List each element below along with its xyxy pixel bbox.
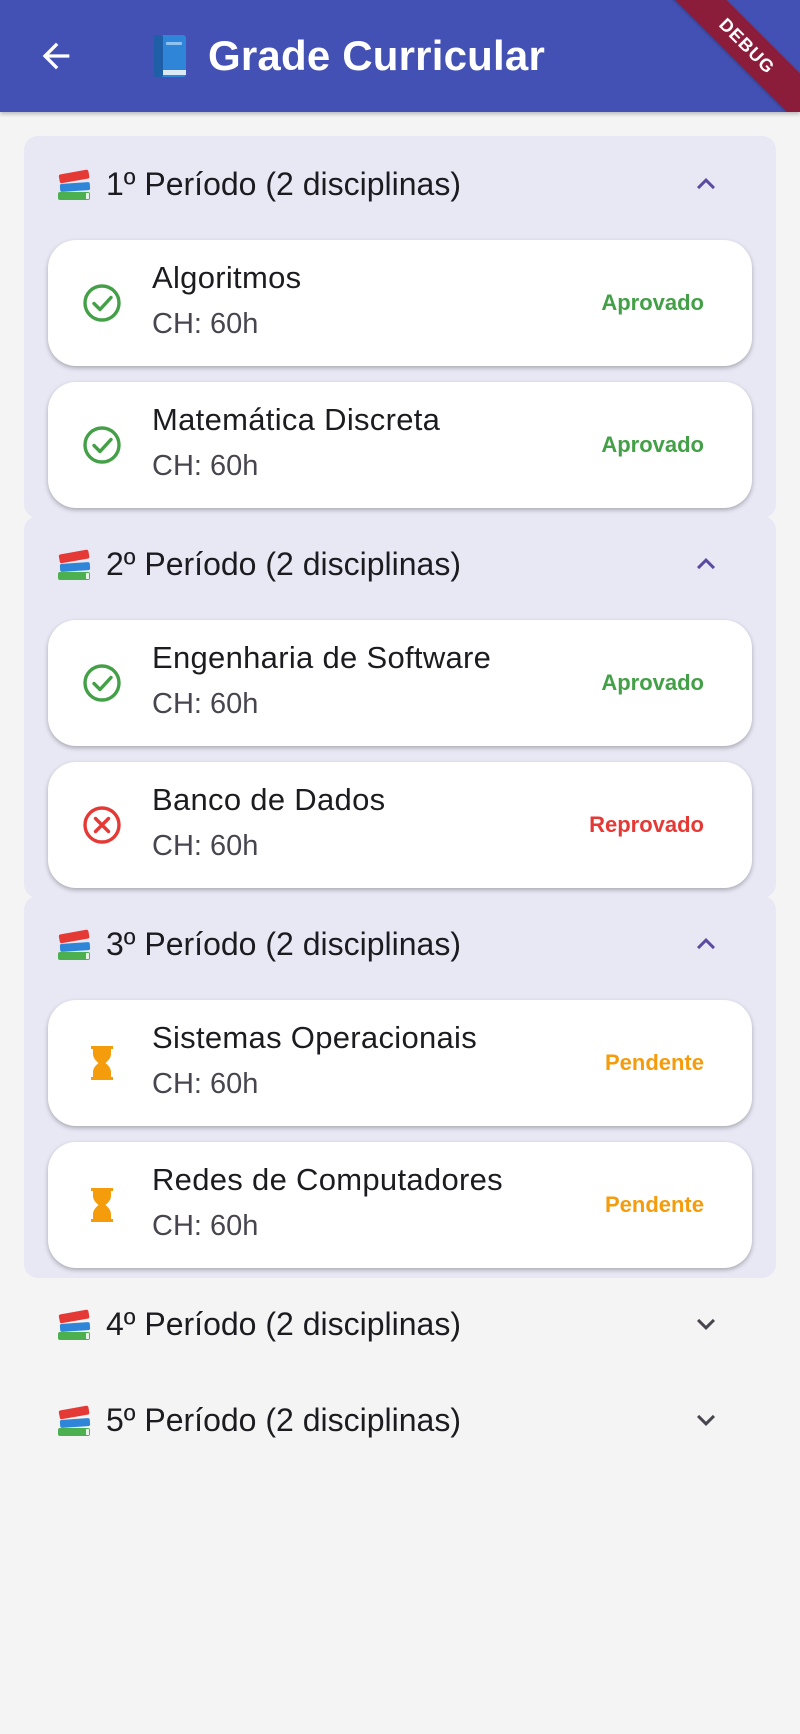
period-section-2: 2º Período (2 disciplinas) Engenharia de… (24, 516, 776, 898)
discipline-card[interactable]: Engenharia de Software CH: 60h Aprovado (48, 620, 752, 746)
books-icon (58, 929, 91, 960)
app-bar: Grade Curricular DEBUG (0, 0, 800, 112)
discipline-card[interactable]: Banco de Dados CH: 60h Reprovado (48, 762, 752, 888)
period-label: 2º Período (2 disciplinas) (106, 546, 461, 582)
period-label: 1º Período (2 disciplinas) (106, 166, 461, 202)
period-header-1[interactable]: 1º Período (2 disciplinas) (24, 136, 776, 232)
discipline-card[interactable]: Algoritmos CH: 60h Aprovado (48, 240, 752, 366)
arrow-back-icon (42, 42, 70, 70)
discipline-hours: CH: 60h (152, 688, 259, 720)
page-title: Grade Curricular (208, 32, 545, 79)
hourglass-icon (91, 1188, 113, 1222)
discipline-card[interactable]: Sistemas Operacionais CH: 60h Pendente (48, 1000, 752, 1126)
chevron-down-icon[interactable] (688, 1402, 724, 1438)
period-section-5: 5º Período (2 disciplinas) (24, 1372, 776, 1468)
discipline-name: Matemática Discreta (152, 402, 441, 437)
discipline-card[interactable]: Matemática Discreta CH: 60h Aprovado (48, 382, 752, 508)
period-header-3[interactable]: 3º Período (2 disciplinas) (24, 896, 776, 992)
period-section-3: 3º Período (2 disciplinas) Sistemas Oper… (24, 896, 776, 1278)
status-badge: Aprovado (601, 290, 704, 315)
chevron-up-icon[interactable] (688, 166, 724, 202)
period-header-5[interactable]: 5º Período (2 disciplinas) (24, 1372, 776, 1468)
period-label: 5º Período (2 disciplinas) (106, 1402, 461, 1438)
status-badge: Pendente (604, 1050, 704, 1075)
cancel-circle-icon (83, 806, 121, 844)
status-badge: Aprovado (601, 432, 704, 457)
discipline-name: Engenharia de Software (152, 640, 492, 675)
period-section-1: 1º Período (2 disciplinas) Algoritmos CH… (24, 136, 776, 518)
books-icon (58, 549, 91, 580)
title-wrap: Grade Curricular (148, 0, 545, 112)
status-badge: Reprovado (589, 812, 704, 837)
discipline-hours: CH: 60h (152, 1210, 259, 1242)
chevron-down-icon[interactable] (688, 1306, 724, 1342)
period-section-4: 4º Período (2 disciplinas) (24, 1276, 776, 1372)
chevron-up-icon[interactable] (688, 926, 724, 962)
chevron-up-icon[interactable] (688, 546, 724, 582)
books-icon (58, 1405, 91, 1436)
blue-book-icon (154, 35, 186, 77)
discipline-name: Algoritmos (152, 260, 302, 295)
status-badge: Aprovado (601, 670, 704, 695)
back-button[interactable] (26, 22, 86, 90)
check-circle-icon (83, 664, 121, 702)
hourglass-icon (91, 1046, 113, 1080)
check-circle-icon (83, 284, 121, 322)
discipline-card[interactable]: Redes de Computadores CH: 60h Pendente (48, 1142, 752, 1268)
status-badge: Pendente (604, 1192, 704, 1217)
discipline-hours: CH: 60h (152, 308, 259, 340)
books-icon (58, 169, 91, 200)
period-header-2[interactable]: 2º Período (2 disciplinas) (24, 516, 776, 612)
period-header-4[interactable]: 4º Período (2 disciplinas) (24, 1276, 776, 1372)
discipline-hours: CH: 60h (152, 1068, 259, 1100)
discipline-name: Redes de Computadores (152, 1162, 503, 1197)
discipline-hours: CH: 60h (152, 830, 259, 862)
period-label: 4º Período (2 disciplinas) (106, 1306, 461, 1342)
period-label: 3º Período (2 disciplinas) (106, 926, 461, 962)
discipline-name: Banco de Dados (152, 782, 386, 817)
discipline-hours: CH: 60h (152, 450, 259, 482)
discipline-name: Sistemas Operacionais (152, 1020, 478, 1055)
books-icon (58, 1309, 91, 1340)
check-circle-icon (83, 426, 121, 464)
debug-banner: DEBUG (652, 0, 800, 112)
